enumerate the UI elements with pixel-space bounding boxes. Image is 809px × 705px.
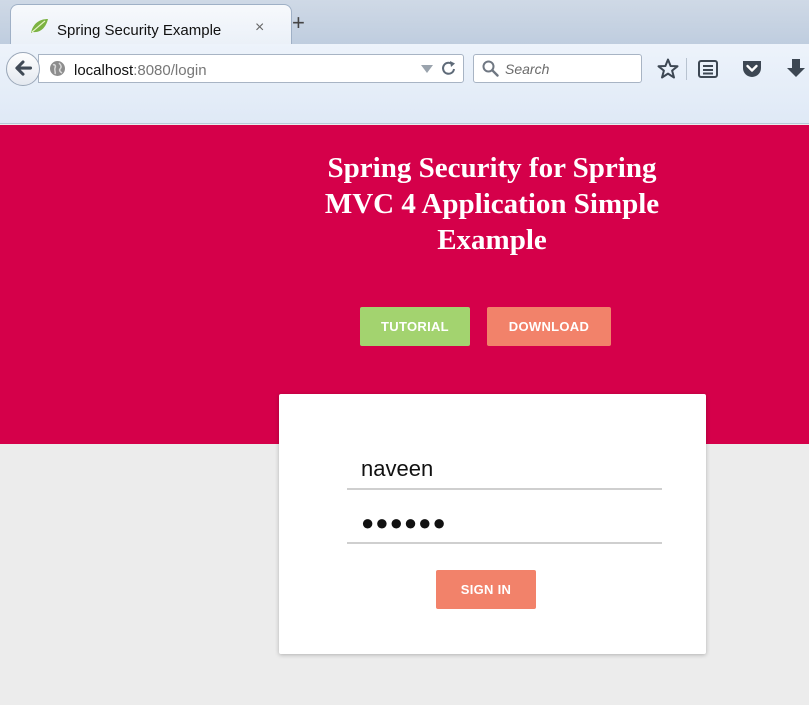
navigation-toolbar: localhost:8080/login xyxy=(0,44,809,124)
star-icon[interactable] xyxy=(656,57,680,81)
search-bar[interactable] xyxy=(473,54,642,83)
url-dropdown-icon[interactable] xyxy=(421,64,433,74)
tab-close-icon[interactable]: × xyxy=(255,19,264,37)
reload-icon[interactable] xyxy=(441,60,457,77)
download-icon[interactable] xyxy=(784,57,808,81)
login-card: SIGN IN xyxy=(279,394,706,654)
search-input[interactable] xyxy=(505,61,637,77)
address-bar[interactable]: localhost:8080/login xyxy=(38,54,464,83)
tab-strip: Spring Security Example × + xyxy=(0,0,809,46)
browser-tab[interactable]: Spring Security Example × xyxy=(10,4,292,46)
url-text[interactable]: localhost:8080/login xyxy=(74,62,207,79)
search-icon xyxy=(482,60,499,77)
tab-title: Spring Security Example xyxy=(57,22,222,39)
sign-in-button[interactable]: SIGN IN xyxy=(436,570,536,609)
spring-leaf-icon xyxy=(31,19,48,33)
pocket-icon[interactable] xyxy=(740,57,764,81)
tutorial-button[interactable]: TUTORIAL xyxy=(360,307,470,346)
reading-list-icon[interactable] xyxy=(696,57,720,81)
password-field[interactable] xyxy=(347,504,662,544)
back-arrow-icon xyxy=(15,60,33,76)
toolbar-separator xyxy=(686,58,687,80)
back-button[interactable] xyxy=(6,52,40,86)
globe-icon xyxy=(50,61,65,76)
new-tab-button[interactable]: + xyxy=(292,12,305,34)
page-title: Spring Security for Spring MVC 4 Applica… xyxy=(324,152,660,256)
url-host: localhost xyxy=(74,62,134,79)
username-field[interactable] xyxy=(347,450,662,490)
download-button[interactable]: DOWNLOAD xyxy=(487,307,611,346)
url-path: :8080/login xyxy=(133,62,207,79)
